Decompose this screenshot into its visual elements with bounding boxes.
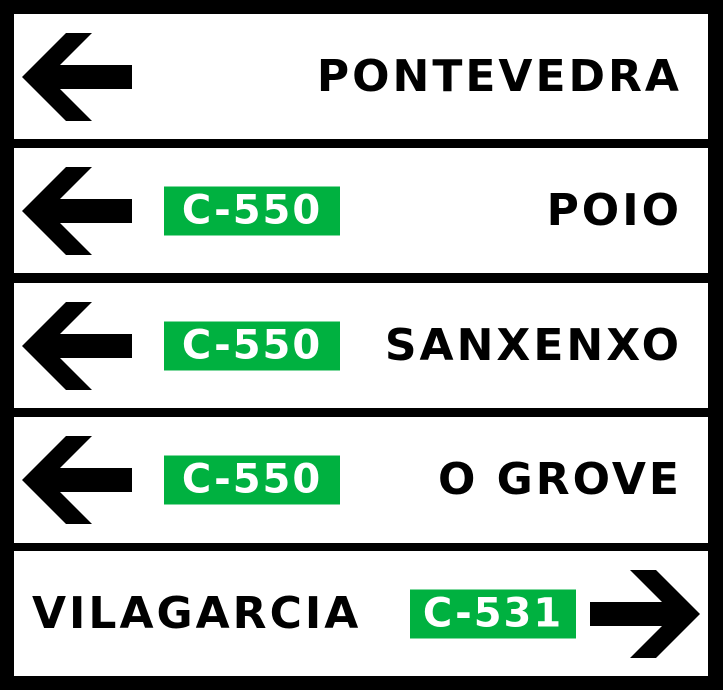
arrow-left-icon <box>22 31 132 123</box>
destination-label: POIO <box>546 184 682 236</box>
arrow-right-icon <box>590 568 700 660</box>
sign-row-o-grove: C-550 O GROVE <box>14 417 708 543</box>
destination-label: SANXENXO <box>384 319 682 371</box>
road-number-badge: C-550 <box>164 186 340 235</box>
destination-label: PONTEVEDRA <box>316 50 682 102</box>
road-number-badge: C-550 <box>164 321 340 370</box>
sign-row-pontevedra: PONTEVEDRA <box>14 14 708 139</box>
sign-row-sanxenxo: C-550 SANXENXO <box>14 283 708 408</box>
sign-row-poio: C-550 POIO <box>14 148 708 273</box>
arrow-left-icon <box>22 434 132 526</box>
direction-sign: PONTEVEDRA C-550 POIO C-550 SANXENXO C-5… <box>0 0 723 690</box>
road-number-badge: C-531 <box>410 589 576 638</box>
destination-label: VILAGARCIA <box>32 587 362 639</box>
arrow-left-icon <box>22 165 132 257</box>
sign-row-vilagarcia: VILAGARCIA C-531 <box>14 551 708 676</box>
destination-label: O GROVE <box>437 454 682 505</box>
road-number-badge: C-550 <box>164 455 340 505</box>
arrow-left-icon <box>22 300 132 392</box>
